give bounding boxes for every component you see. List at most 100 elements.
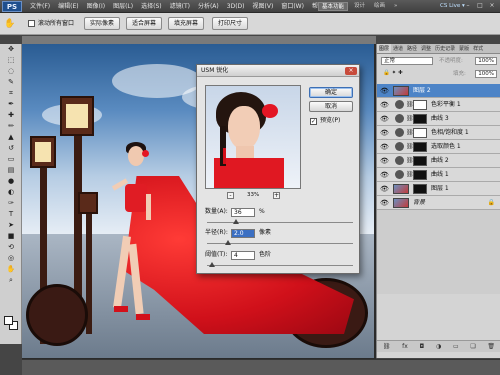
menu-select[interactable]: 选择(S) bbox=[137, 0, 166, 13]
threshold-slider-knob[interactable] bbox=[209, 262, 215, 267]
tab-paths[interactable]: 路径 bbox=[405, 44, 419, 53]
menu-edit[interactable]: 编辑(E) bbox=[54, 0, 82, 13]
radius-slider[interactable] bbox=[207, 240, 353, 245]
crop-tool-icon[interactable]: ⌗ bbox=[0, 88, 22, 99]
preview-checkbox[interactable]: ✓ bbox=[310, 118, 317, 125]
shape-tool-icon[interactable]: ■ bbox=[0, 231, 22, 242]
zoom-in-button[interactable]: + bbox=[273, 192, 280, 199]
blur-tool-icon[interactable]: ● bbox=[0, 176, 22, 187]
scroll-all-checkbox[interactable] bbox=[28, 20, 35, 27]
gradient-tool-icon[interactable]: ▤ bbox=[0, 165, 22, 176]
actual-pixels-button[interactable]: 实际像素 bbox=[84, 17, 121, 30]
eye-icon[interactable]: 👁 bbox=[380, 115, 389, 123]
move-tool-icon[interactable]: ✥ bbox=[0, 44, 22, 55]
ok-button[interactable]: 确定 bbox=[309, 87, 353, 98]
tab-masks[interactable]: 蒙版 bbox=[457, 44, 471, 53]
layer-row[interactable]: 👁 图层 2 bbox=[377, 84, 500, 98]
tab-layers[interactable]: 图层 bbox=[377, 44, 392, 53]
adjustment-layer-icon[interactable]: ◑ bbox=[436, 343, 441, 350]
layer-row[interactable]: 👁 背景 🔒 bbox=[377, 196, 500, 210]
layer-row[interactable]: 👁 图层 1 bbox=[377, 182, 500, 196]
pen-tool-icon[interactable]: ✑ bbox=[0, 198, 22, 209]
eye-icon[interactable]: 👁 bbox=[380, 143, 389, 151]
tab-adjustments[interactable]: 调整 bbox=[419, 44, 433, 53]
menu-analysis[interactable]: 分析(A) bbox=[194, 0, 223, 13]
trash-icon[interactable]: 🗑 bbox=[487, 343, 495, 350]
zoom-out-button[interactable]: - bbox=[227, 192, 234, 199]
amount-input[interactable]: 36 bbox=[231, 208, 255, 217]
opacity-field[interactable]: 100% bbox=[475, 57, 497, 65]
dialog-close-button[interactable]: × bbox=[345, 67, 357, 75]
tab-channels[interactable]: 通道 bbox=[391, 44, 405, 53]
3d-rotate-tool-icon[interactable]: ⟲ bbox=[0, 242, 22, 253]
menu-file[interactable]: 文件(F) bbox=[26, 0, 54, 13]
menu-filter[interactable]: 滤镜(T) bbox=[166, 0, 194, 13]
healing-tool-icon[interactable]: ✚ bbox=[0, 110, 22, 121]
cs-live-button[interactable]: CS Live ▾ bbox=[440, 2, 465, 11]
workspace-essentials[interactable]: 基本功能 bbox=[318, 2, 349, 11]
3d-orbit-tool-icon[interactable]: ◎ bbox=[0, 253, 22, 264]
eye-icon[interactable]: 👁 bbox=[380, 199, 389, 207]
type-tool-icon[interactable]: T bbox=[0, 209, 22, 220]
eye-icon[interactable]: 👁 bbox=[380, 129, 389, 137]
minimize-button[interactable]: – bbox=[464, 2, 472, 10]
threshold-input[interactable]: 4 bbox=[231, 251, 255, 260]
path-select-tool-icon[interactable]: ➤ bbox=[0, 220, 22, 231]
layer-row[interactable]: 👁 ⛓ 色相/饱和度 1 bbox=[377, 126, 500, 140]
menu-3d[interactable]: 3D(D) bbox=[223, 0, 249, 13]
workspace-painting[interactable]: 绘画 bbox=[371, 2, 388, 11]
radius-slider-knob[interactable] bbox=[225, 240, 231, 245]
quick-select-tool-icon[interactable]: ✎ bbox=[0, 77, 22, 88]
cancel-button[interactable]: 取消 bbox=[309, 101, 353, 112]
eye-icon[interactable]: 👁 bbox=[380, 157, 389, 165]
zoom-tool-icon[interactable]: ⌕ bbox=[0, 275, 22, 286]
menu-view[interactable]: 视图(V) bbox=[249, 0, 278, 13]
layer-row[interactable]: 👁 ⛓ 选取颜色 1 bbox=[377, 140, 500, 154]
link-layers-icon[interactable]: ⛓ bbox=[383, 343, 391, 350]
amount-slider-knob[interactable] bbox=[233, 219, 239, 224]
eyedropper-tool-icon[interactable]: ✒ bbox=[0, 99, 22, 110]
tab-styles[interactable]: 样式 bbox=[471, 44, 485, 53]
hand-tool-icon[interactable]: ✋ bbox=[0, 264, 22, 275]
foreground-color-swatch[interactable] bbox=[4, 316, 13, 325]
new-layer-icon[interactable]: ❏ bbox=[470, 343, 475, 350]
fit-screen-button[interactable]: 适合屏幕 bbox=[126, 17, 163, 30]
hand-tool-icon[interactable]: ✋ bbox=[4, 18, 16, 30]
dialog-titlebar[interactable]: USM 锐化 × bbox=[197, 65, 359, 77]
blend-mode-select[interactable]: 正常 bbox=[381, 57, 433, 65]
fill-field[interactable]: 100% bbox=[475, 70, 497, 78]
marquee-tool-icon[interactable]: ⬚ bbox=[0, 55, 22, 66]
history-brush-tool-icon[interactable]: ↺ bbox=[0, 143, 22, 154]
add-mask-icon[interactable]: ◘ bbox=[420, 343, 425, 350]
threshold-slider[interactable] bbox=[207, 262, 353, 267]
eye-icon[interactable]: 👁 bbox=[380, 101, 389, 109]
radius-input[interactable]: 2.0 bbox=[231, 229, 255, 238]
brush-tool-icon[interactable]: ✏ bbox=[0, 121, 22, 132]
fill-screen-button[interactable]: 填充屏幕 bbox=[168, 17, 205, 30]
fx-icon[interactable]: fx bbox=[402, 343, 408, 350]
menu-image[interactable]: 图像(I) bbox=[83, 0, 109, 13]
workspace-more[interactable]: » bbox=[391, 2, 400, 11]
stamp-tool-icon[interactable]: ▲ bbox=[0, 132, 22, 143]
eye-icon[interactable]: 👁 bbox=[380, 185, 389, 193]
tab-history[interactable]: 历史记录 bbox=[433, 44, 457, 53]
print-size-button[interactable]: 打印尺寸 bbox=[212, 17, 249, 30]
layer-row[interactable]: 👁 ⛓ 曲线 3 bbox=[377, 112, 500, 126]
eraser-tool-icon[interactable]: ▭ bbox=[0, 154, 22, 165]
eye-icon[interactable]: 👁 bbox=[380, 87, 389, 95]
maximize-button[interactable]: □ bbox=[476, 2, 484, 10]
lasso-tool-icon[interactable]: ◌ bbox=[0, 66, 22, 77]
eye-icon[interactable]: 👁 bbox=[380, 171, 389, 179]
workspace-design[interactable]: 设计 bbox=[351, 2, 368, 11]
new-group-icon[interactable]: ▭ bbox=[453, 343, 459, 350]
layer-row[interactable]: 👁 ⛓ 曲线 2 bbox=[377, 154, 500, 168]
filter-preview[interactable] bbox=[205, 85, 301, 189]
menu-window[interactable]: 窗口(W) bbox=[277, 0, 308, 13]
layer-row[interactable]: 👁 ⛓ 曲线 1 bbox=[377, 168, 500, 182]
layer-row[interactable]: 👁 ⛓ 色彩平衡 1 bbox=[377, 98, 500, 112]
dodge-tool-icon[interactable]: ◐ bbox=[0, 187, 22, 198]
lock-icons[interactable]: 🔒 ✦ ✚ bbox=[381, 70, 411, 78]
menu-layer[interactable]: 图层(L) bbox=[109, 0, 137, 13]
amount-slider[interactable] bbox=[207, 219, 353, 224]
close-button[interactable]: × bbox=[488, 2, 496, 10]
